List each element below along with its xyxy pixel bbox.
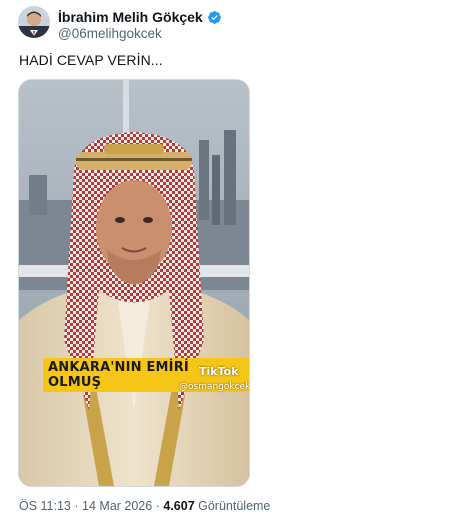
tweet-meta: ÖS 11:13 · 14 Mar 2026 · 4.607 Görüntüle… bbox=[19, 499, 270, 513]
video-frame bbox=[19, 80, 249, 486]
avatar-image bbox=[18, 6, 50, 38]
separator: · bbox=[74, 499, 79, 513]
verified-badge-icon bbox=[207, 10, 221, 24]
tweet-time[interactable]: ÖS 11:13 bbox=[19, 499, 71, 513]
author-handle[interactable]: @06melihgokcek bbox=[58, 26, 162, 41]
tweet: İbrahim Melih Gökçek @06melihgokcek HADİ… bbox=[0, 0, 461, 520]
tiktok-watermark: TikTok bbox=[199, 365, 239, 378]
avatar[interactable] bbox=[18, 6, 50, 38]
video-thumbnail[interactable]: ANKARA'NIN EMİRİ OLMUŞ TikTok @osmangokc… bbox=[18, 79, 250, 487]
tweet-text: HADİ CEVAP VERİN... bbox=[19, 52, 163, 68]
views-label: Görüntüleme bbox=[198, 499, 271, 513]
tiktok-handle-watermark: @osmangokcek_ bbox=[179, 382, 250, 392]
author-display-name[interactable]: İbrahim Melih Gökçek bbox=[58, 9, 203, 25]
separator: · bbox=[155, 499, 160, 513]
tweet-date[interactable]: 14 Mar 2026 bbox=[82, 499, 152, 513]
views-count: 4.607 bbox=[163, 499, 195, 513]
author-name-row[interactable]: İbrahim Melih Gökçek bbox=[58, 9, 222, 25]
